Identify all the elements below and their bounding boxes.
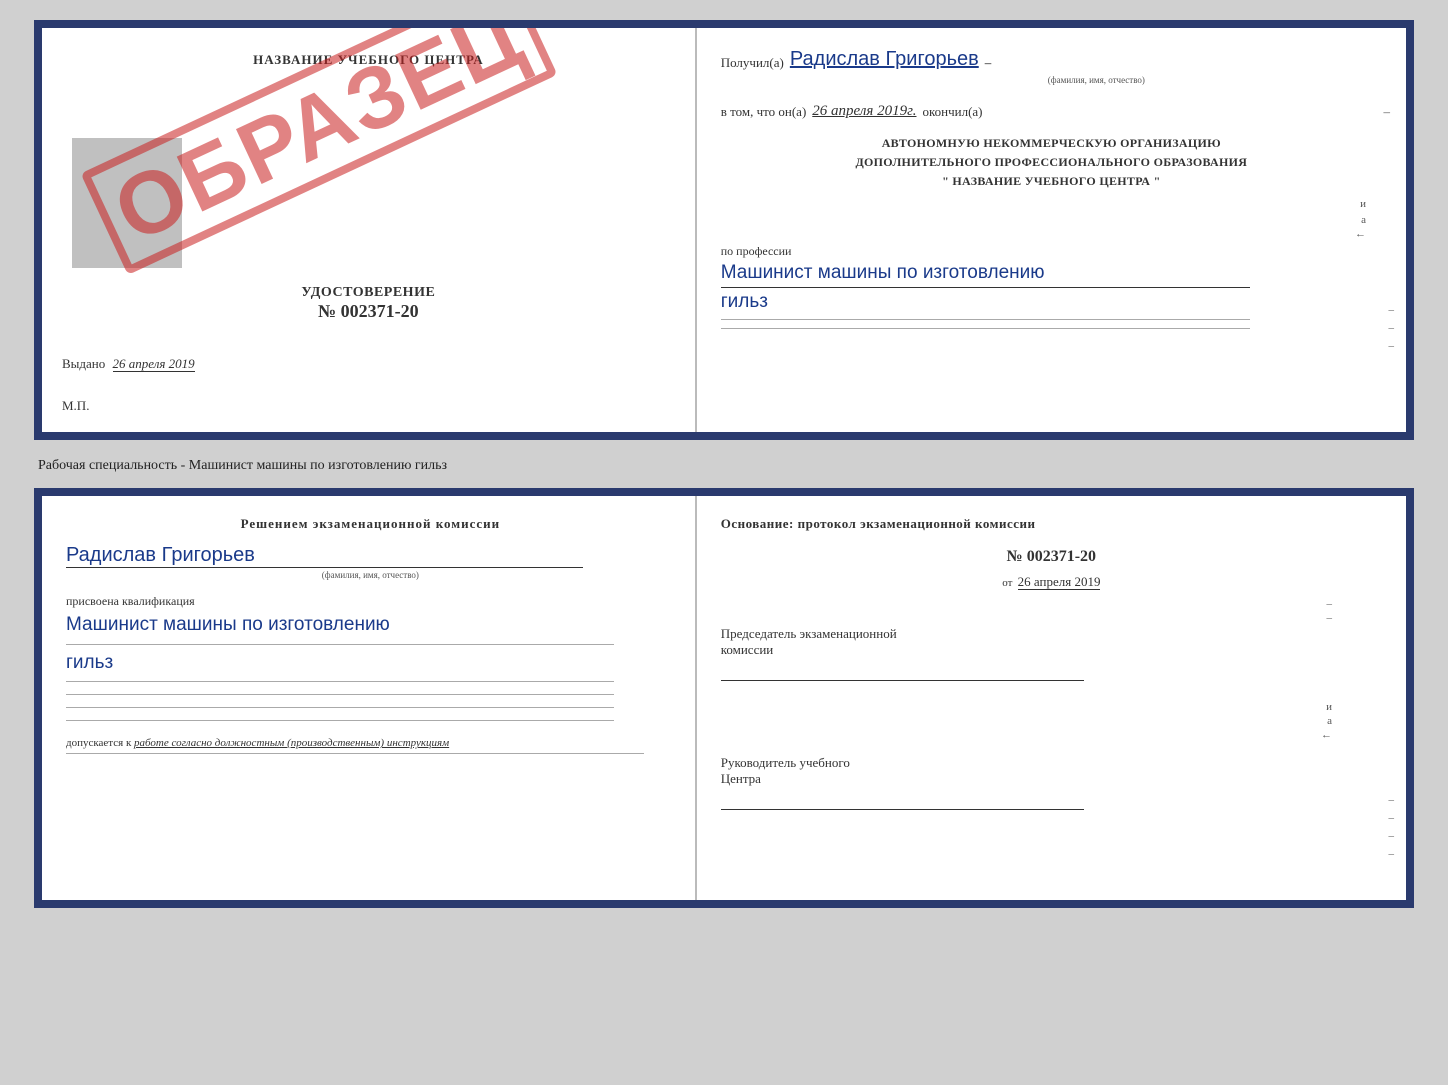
top-doc-right: Получил(а) Радислав Григорьев – (фамилия… (697, 28, 1406, 432)
protocol-num: № 002371-20 (721, 548, 1382, 566)
predsedatel-block: Председатель экзаменационной комиссии (721, 626, 1382, 683)
profession-line1: Машинист машины по изготовлению (721, 261, 1382, 286)
org-line2: ДОПОЛНИТЕЛЬНОГО ПРОФЕССИОНАЛЬНОГО ОБРАЗО… (721, 153, 1382, 172)
rukovoditel-block: Руководитель учебного Центра (721, 755, 1382, 812)
dopuskaetsya-text: работе согласно должностным (производств… (134, 737, 449, 749)
side-dash-3: – (1388, 340, 1394, 352)
po-professii-label: по профессии (721, 244, 1382, 259)
dopuskaetsya-block: допускается к работе согласно должностны… (66, 737, 675, 749)
bottom-name-block: Радислав Григорьев (фамилия, имя, отчест… (66, 544, 675, 580)
middle-caption: Рабочая специальность - Машинист машины … (34, 458, 1414, 474)
predsedatel-line1: Председатель экзаменационной (721, 626, 1382, 642)
bot-side-dash-1: – (1388, 794, 1394, 806)
udostoverenie-title: УДОСТОВЕРЕНИЕ (301, 285, 435, 301)
vydano-label: Выдано (62, 356, 105, 371)
recipient-name: Радислав Григорьев (790, 48, 979, 71)
osnov-title: Основание: протокол экзаменационной коми… (721, 516, 1382, 532)
bot-dash-а: а (1327, 715, 1332, 727)
kval-line3 (66, 681, 614, 682)
top-center-title: НАЗВАНИЕ УЧЕБНОГО ЦЕНТРА (253, 52, 484, 68)
bot-dash-right-2: – (1326, 612, 1332, 624)
vtom-date: 26 апреля 2019г. (812, 103, 916, 120)
resheniem-title: Решением экзаменационной комиссии (66, 516, 675, 532)
kval-separator (66, 644, 614, 645)
org-block: АВТОНОМНУЮ НЕКОММЕРЧЕСКУЮ ОРГАНИЗАЦИЮ ДО… (721, 134, 1382, 192)
dash-label: – (985, 55, 992, 71)
right-dash-и: и (1360, 198, 1366, 210)
famiya-label-top: (фамилия, имя, отчество) (811, 75, 1382, 85)
vydano-line: Выдано 26 апреля 2019 (62, 356, 195, 372)
ot-label: от (1002, 577, 1012, 589)
top-document: НАЗВАНИЕ УЧЕБНОГО ЦЕНТРА ОБРАЗЕЦ УДОСТОВ… (34, 20, 1414, 440)
side-dash-1: – (1388, 304, 1394, 316)
right-dash-arrow: ← (1355, 228, 1366, 240)
right-dash-a: а (1361, 214, 1366, 226)
bot-dash-right-1: – (1326, 598, 1332, 610)
ot-date: 26 апреля 2019 (1018, 574, 1101, 590)
udostoverenie-number: № 002371-20 (301, 301, 435, 322)
bot-side-dash-3: – (1388, 830, 1394, 842)
bottom-recipient-name: Радислав Григорьев (66, 544, 583, 568)
side-dash-2: – (1388, 322, 1394, 334)
bot-dash-arrow: ← (1321, 729, 1332, 741)
dash-right-1: – (1383, 104, 1390, 120)
rukovoditel-line1: Руководитель учебного (721, 755, 1382, 771)
kval-line1: Машинист машины по изготовлению (66, 613, 675, 638)
vtom-line: в том, что он(а) 26 апреля 2019г. окончи… (721, 103, 1382, 120)
mp-label: М.П. (62, 398, 89, 414)
kval-line5 (66, 707, 614, 708)
bottom-doc-right: Основание: протокол экзаменационной коми… (697, 496, 1406, 900)
bottom-famiya-label: (фамилия, имя, отчество) (66, 570, 675, 580)
udostoverenie-block: УДОСТОВЕРЕНИЕ № 002371-20 (301, 285, 435, 322)
bot-side-dash-2: – (1388, 812, 1394, 824)
org-line3: " НАЗВАНИЕ УЧЕБНОГО ЦЕНТРА " (721, 172, 1382, 191)
photo-placeholder (72, 138, 182, 268)
org-line1: АВТОНОМНУЮ НЕКОММЕРЧЕСКУЮ ОРГАНИЗАЦИЮ (721, 134, 1382, 153)
poluchil-label: Получил(а) (721, 55, 784, 71)
okoncil-label: окончил(а) (922, 104, 982, 120)
kval-line2: гильз (66, 651, 675, 676)
profession-line2: гильз (721, 290, 1382, 315)
predsedatel-sign-line (721, 680, 1085, 681)
predsedatel-line2: комиссии (721, 642, 1382, 658)
bot-dash-и: и (1326, 701, 1332, 713)
ot-date-line: от 26 апреля 2019 (721, 574, 1382, 590)
dopuskaetsya-label: допускается к (66, 737, 131, 749)
rukovoditel-line2: Центра (721, 771, 1382, 787)
prisvoena-label: присвоена квалификация (66, 594, 675, 609)
vydano-date: 26 апреля 2019 (113, 356, 195, 372)
bottom-document: Решением экзаменационной комиссии Радисл… (34, 488, 1414, 908)
bot-side-dash-4: – (1388, 848, 1394, 860)
kval-line6 (66, 720, 614, 721)
dopusk-underline (66, 753, 644, 754)
bottom-doc-left: Решением экзаменационной комиссии Радисл… (42, 496, 697, 900)
rukovoditel-sign-line (721, 809, 1085, 810)
kval-line4 (66, 694, 614, 695)
top-doc-left: НАЗВАНИЕ УЧЕБНОГО ЦЕНТРА ОБРАЗЕЦ УДОСТОВ… (42, 28, 697, 432)
vtom-label: в том, что он(а) (721, 104, 807, 120)
